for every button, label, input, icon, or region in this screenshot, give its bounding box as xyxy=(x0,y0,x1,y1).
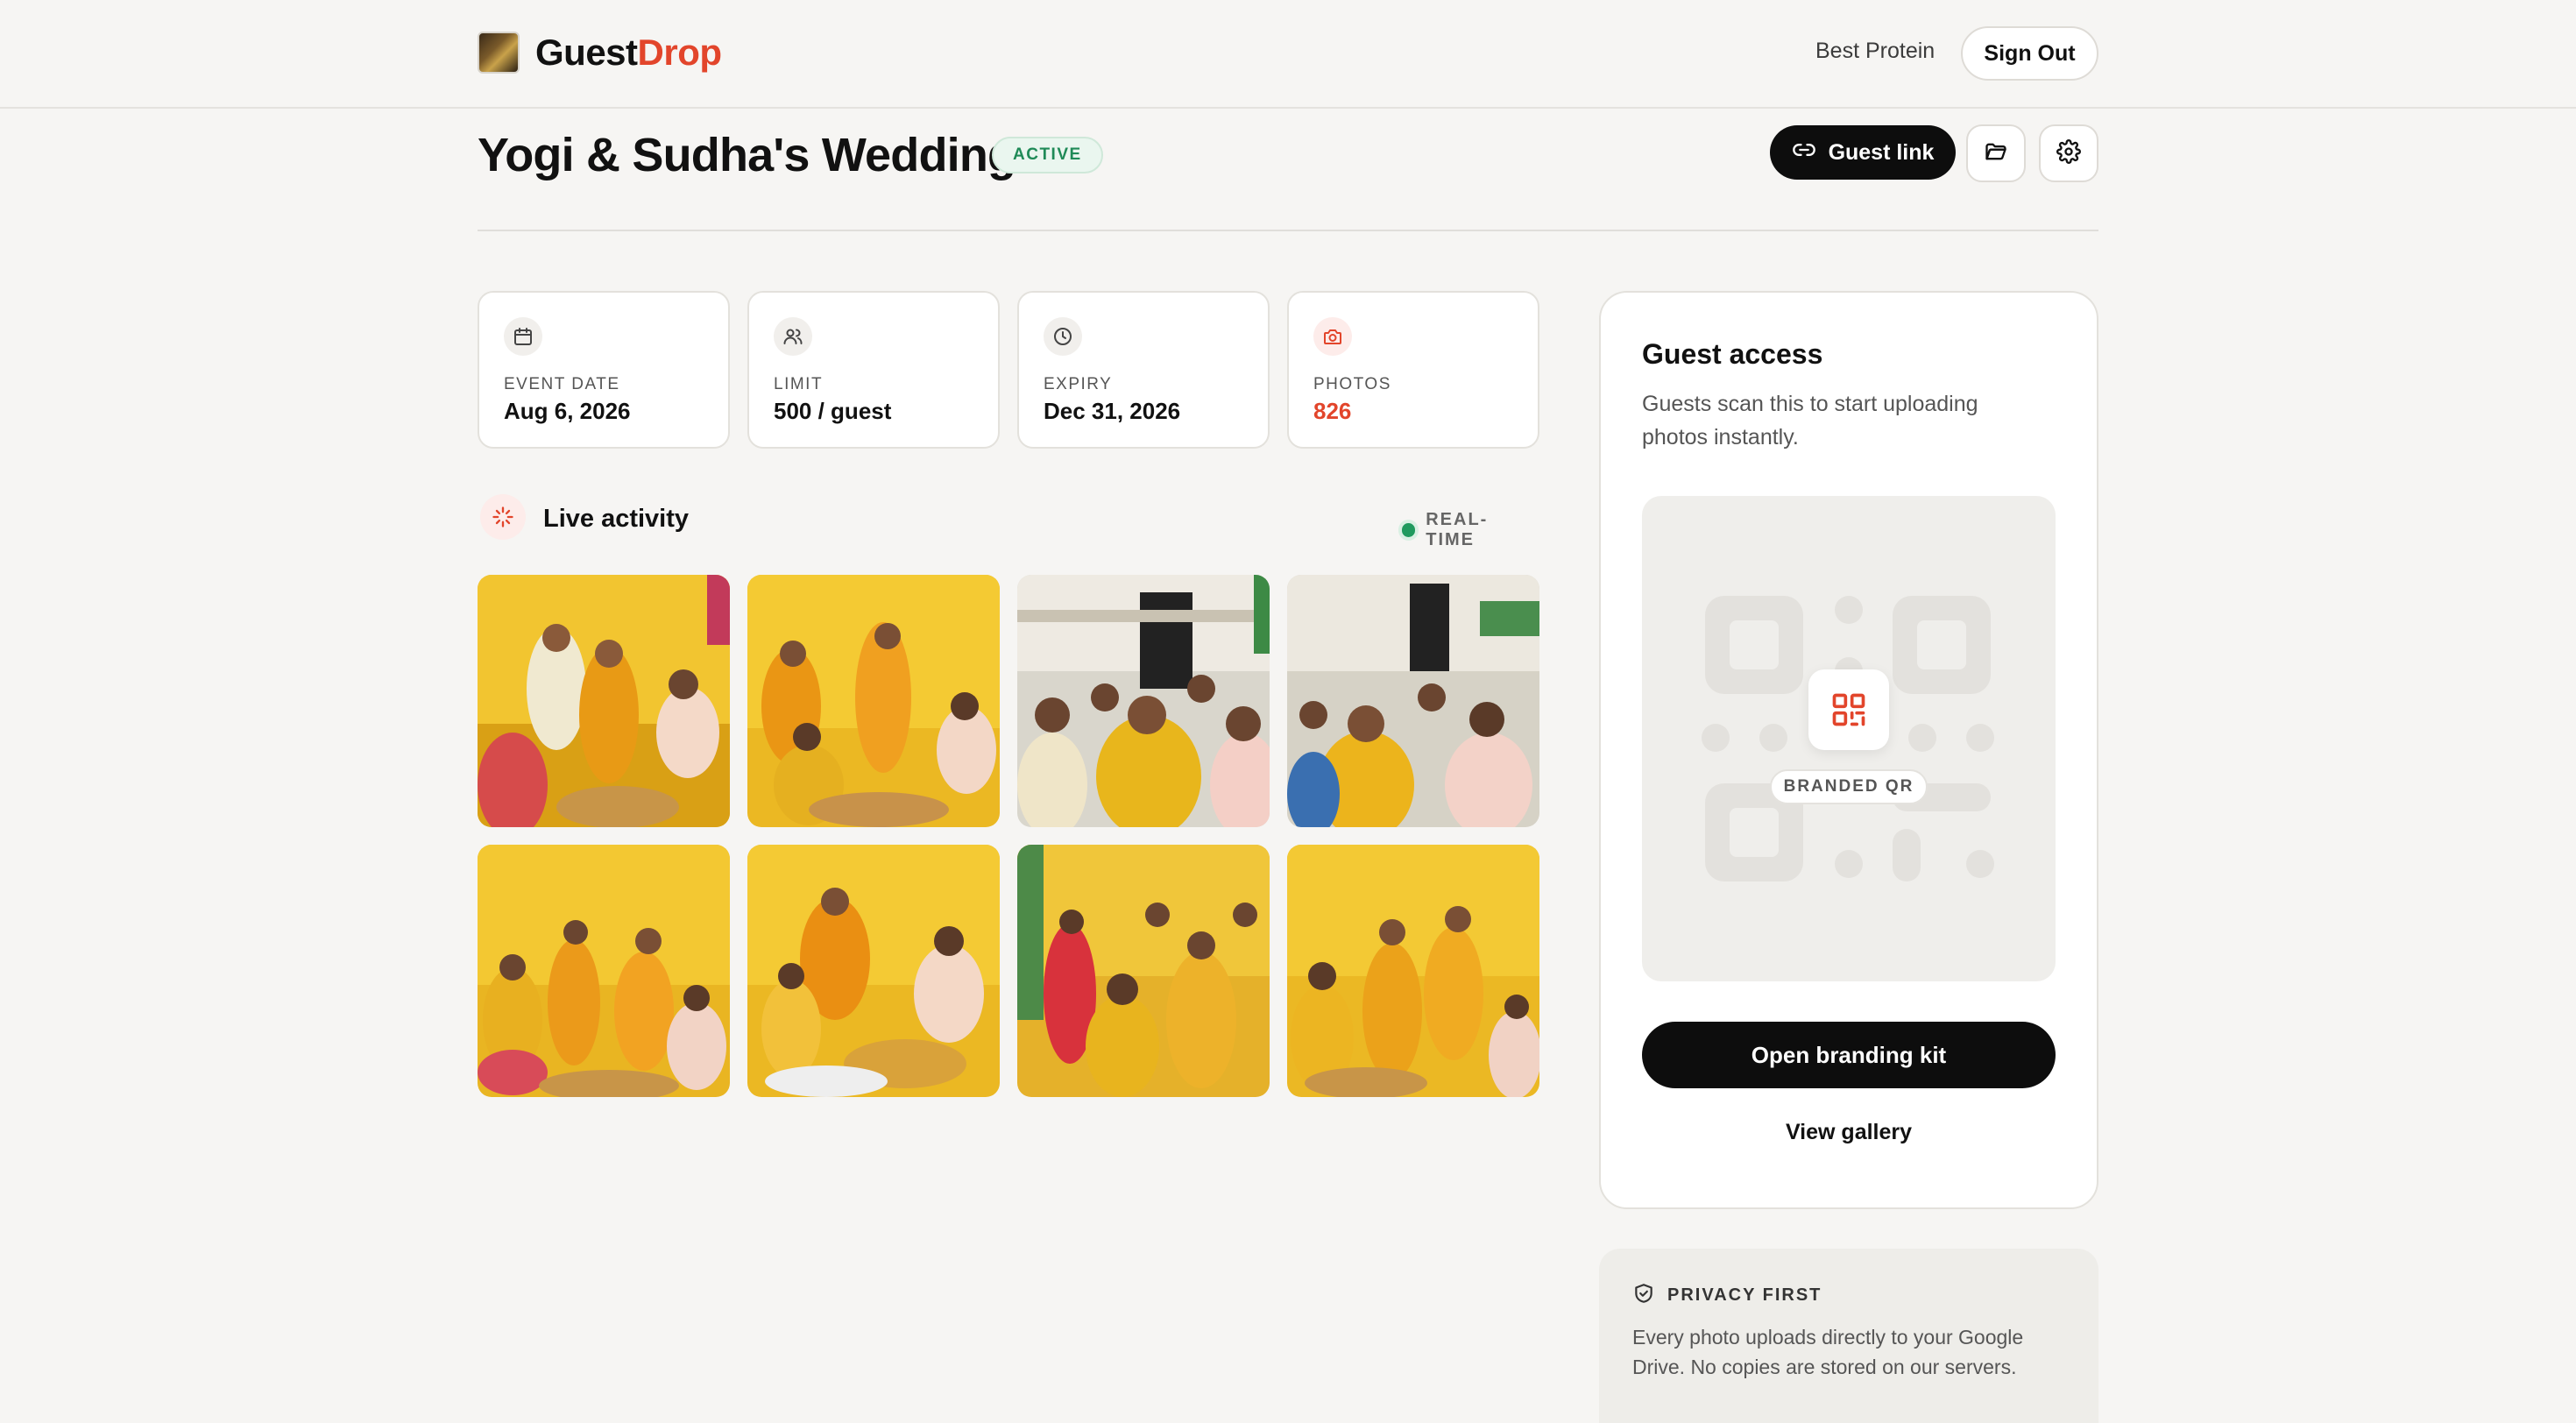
top-navigation-bar: GuestDrop Best Protein Sign Out xyxy=(0,0,2576,109)
privacy-text: Every photo uploads directly to your Goo… xyxy=(1632,1326,2024,1378)
sign-out-button[interactable]: Sign Out xyxy=(1961,26,2098,81)
live-activity-header: Live activity REAL-TIME xyxy=(480,494,1532,549)
stat-value: 826 xyxy=(1313,398,1352,424)
event-header: Yogi & Sudha's Wedding ACTIVE Guest link xyxy=(478,123,2098,231)
brand[interactable]: GuestDrop xyxy=(478,32,722,74)
stat-label: LIMIT xyxy=(774,375,824,393)
brand-logo xyxy=(478,32,520,74)
brand-name-part1: Guest xyxy=(535,32,638,73)
stat-card-limit: LIMIT 500 / guest xyxy=(747,291,1000,449)
users-icon xyxy=(774,317,812,356)
folder-icon xyxy=(1984,139,2008,168)
privacy-card: PRIVACY FIRST Every photo uploads direct… xyxy=(1599,1249,2098,1423)
open-folder-button[interactable] xyxy=(1966,124,2026,182)
settings-button[interactable] xyxy=(2039,124,2098,182)
qr-code-preview[interactable]: BRANDED QR xyxy=(1642,496,2056,981)
page-title: Yogi & Sudha's Wedding xyxy=(478,129,1016,181)
status-badge: ACTIVE xyxy=(992,137,1103,173)
camera-icon xyxy=(1313,317,1352,356)
qr-code-icon xyxy=(1808,669,1889,750)
guest-access-description: Guests scan this to start uploading phot… xyxy=(1642,392,1978,450)
stat-card-photos: PHOTOS 826 xyxy=(1287,291,1539,449)
privacy-label: PRIVACY FIRST xyxy=(1667,1285,1822,1305)
realtime-dot xyxy=(1402,523,1416,537)
photo-thumbnail[interactable] xyxy=(747,575,1000,827)
stat-value: 500 / guest xyxy=(774,398,892,424)
stat-card-event-date: EVENT DATE Aug 6, 2026 xyxy=(478,291,730,449)
clock-icon xyxy=(1044,317,1082,356)
realtime-label: REAL-TIME xyxy=(1426,510,1489,549)
guest-access-card: Guest access Guests scan this to start u… xyxy=(1599,291,2098,1209)
view-gallery-link[interactable]: View gallery xyxy=(1642,1120,2056,1145)
guest-access-title: Guest access xyxy=(1642,338,1823,370)
stat-card-expiry: EXPIRY Dec 31, 2026 xyxy=(1017,291,1270,449)
guest-link-button[interactable]: Guest link xyxy=(1770,125,1956,180)
privacy-header: PRIVACY FIRST xyxy=(1632,1282,1822,1309)
photo-thumbnail[interactable] xyxy=(747,845,1000,1097)
photo-thumbnail[interactable] xyxy=(478,845,730,1097)
link-icon xyxy=(1792,138,1816,168)
user-name: Best Protein xyxy=(1815,39,1936,63)
brand-name-part2: Drop xyxy=(637,32,723,73)
photo-thumbnail[interactable] xyxy=(1017,845,1270,1097)
photo-thumbnail[interactable] xyxy=(1287,845,1539,1097)
realtime-indicator: REAL-TIME xyxy=(1402,510,1532,550)
calendar-icon xyxy=(504,317,542,356)
photo-thumbnail[interactable] xyxy=(1287,575,1539,827)
photo-thumbnail[interactable] xyxy=(1017,575,1270,827)
stat-label: EXPIRY xyxy=(1044,375,1113,393)
stat-label: EVENT DATE xyxy=(504,375,620,393)
stat-value: Dec 31, 2026 xyxy=(1044,398,1181,424)
photo-thumbnail[interactable] xyxy=(478,575,730,827)
brand-name: GuestDrop xyxy=(535,32,722,74)
stat-value: Aug 6, 2026 xyxy=(504,398,631,424)
live-activity-title: Live activity xyxy=(543,505,690,533)
open-branding-kit-button[interactable]: Open branding kit xyxy=(1642,1022,2056,1088)
shield-icon xyxy=(1632,1282,1655,1309)
gear-icon xyxy=(2056,138,2081,168)
sparkle-icon xyxy=(480,494,526,540)
stat-label: PHOTOS xyxy=(1313,375,1391,393)
guest-link-label: Guest link xyxy=(1828,139,1935,165)
branded-qr-tag: BRANDED QR xyxy=(1770,769,1928,804)
